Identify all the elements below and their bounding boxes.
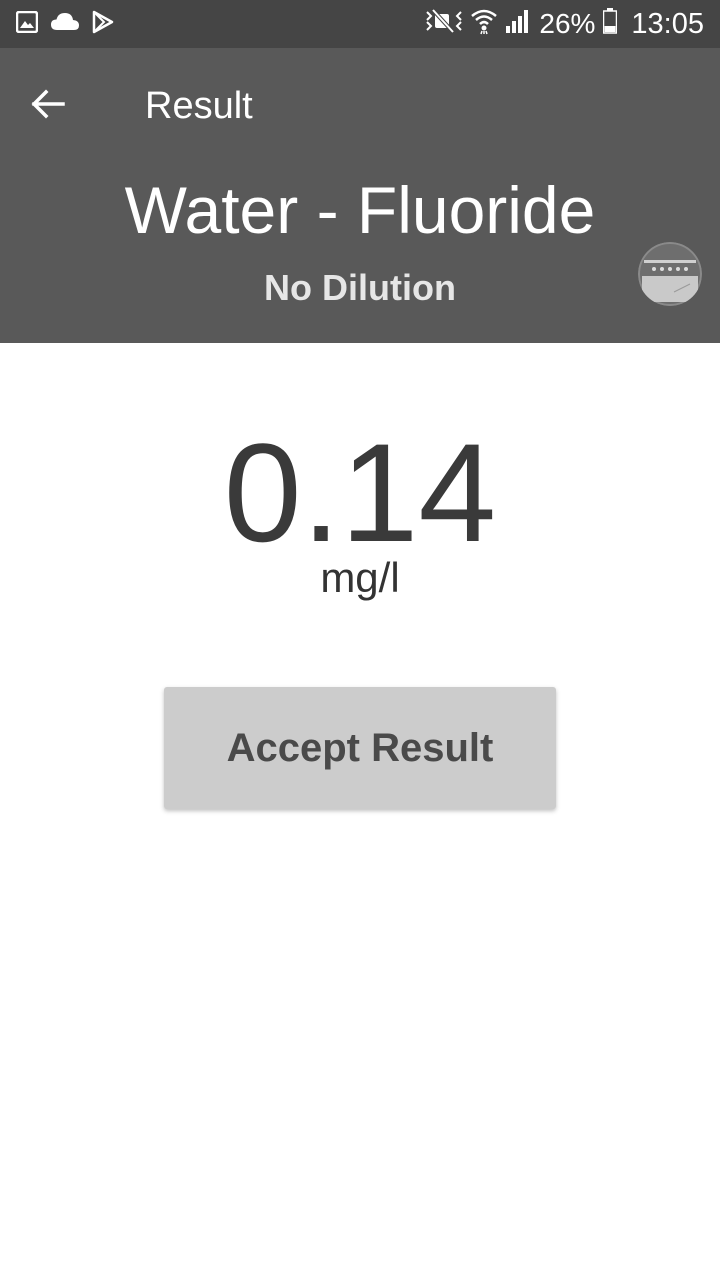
back-button[interactable] [24, 78, 72, 134]
gallery-icon [15, 10, 39, 38]
dilution-label: No Dilution [264, 267, 456, 308]
test-strip-image [638, 242, 702, 306]
signal-icon [505, 8, 531, 41]
cloud-icon [50, 11, 80, 38]
result-unit: mg/l [320, 554, 400, 601]
accept-result-button[interactable]: Accept Result [164, 687, 556, 809]
clock: 13:05 [631, 7, 704, 40]
result-value: 0.14 [223, 414, 497, 571]
toolbar-title: Result [145, 85, 253, 127]
battery-percentage: 26% [539, 8, 596, 39]
mute-icon [425, 8, 463, 41]
play-store-icon [92, 10, 114, 39]
battery-icon [603, 7, 618, 41]
test-name: Water - Fluoride [124, 173, 596, 247]
wifi-icon [471, 7, 498, 42]
system-status: 26% 13:05 [425, 0, 704, 48]
arrow-left-icon [31, 89, 65, 124]
notification-icons [15, 10, 114, 39]
app-bar: Result Water - Fluoride No Dilution [0, 48, 720, 343]
status-bar: 26% 13:05 [0, 0, 720, 48]
